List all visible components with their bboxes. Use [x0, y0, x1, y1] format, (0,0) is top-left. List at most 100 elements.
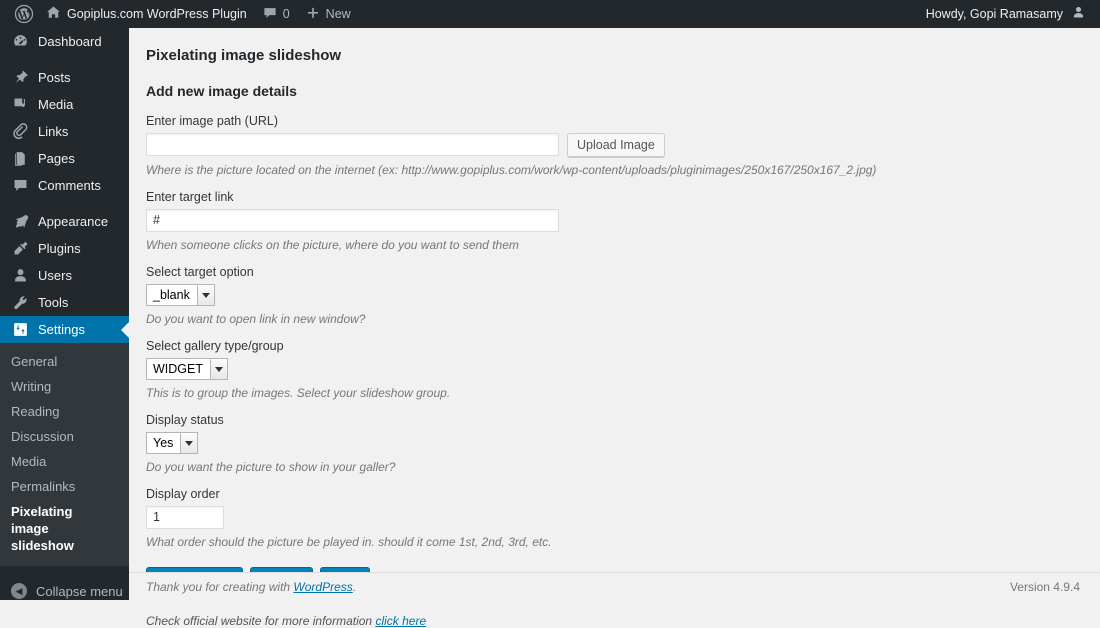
footer-thanks-prefix: Thank you for creating with — [146, 580, 293, 594]
sidebar-subitem-media[interactable]: Media — [0, 449, 129, 474]
sidebar-item-label: Comments — [38, 178, 101, 193]
target-option-label: Select target option — [146, 265, 1080, 279]
admin-bar: Gopiplus.com WordPress Plugin 0 New Howd… — [0, 0, 1100, 28]
sidebar-item-dashboard[interactable]: Dashboard — [0, 28, 129, 55]
gallery-group-value: WIDGET — [147, 359, 210, 379]
official-website-text: Check official website for more informat… — [146, 614, 372, 628]
target-option-value: _blank — [147, 285, 197, 305]
target-link-input[interactable] — [146, 209, 559, 232]
display-order-hint: What order should the picture be played … — [146, 535, 1080, 549]
wordpress-link[interactable]: WordPress — [293, 580, 352, 594]
gallery-group-label: Select gallery type/group — [146, 339, 1080, 353]
sidebar-item-comments[interactable]: Comments — [0, 172, 129, 199]
gallery-group-hint: This is to group the images. Select your… — [146, 386, 1080, 400]
sidebar-subitem-permalinks[interactable]: Permalinks — [0, 474, 129, 499]
target-option-hint: Do you want to open link in new window? — [146, 312, 1080, 326]
admin-sidebar: Dashboard Posts Media Links Pages Commen… — [0, 28, 129, 600]
wordpress-logo-icon — [14, 4, 34, 24]
howdy-label: Howdy, Gopi Ramasamy — [926, 7, 1063, 21]
sidebar-separator — [0, 55, 129, 64]
sidebar-item-tools[interactable]: Tools — [0, 289, 129, 316]
collapse-arrow-left-icon: ◀ — [11, 583, 27, 599]
sidebar-item-label: Tools — [38, 295, 68, 310]
new-content-label: New — [326, 7, 351, 21]
admin-bar-right: Howdy, Gopi Ramasamy — [918, 0, 1100, 28]
sidebar-item-label: Media — [38, 97, 73, 112]
comment-bubble-icon — [263, 6, 277, 23]
gallery-group-select[interactable]: WIDGET — [146, 358, 228, 380]
wordpress-logo-menu[interactable] — [0, 0, 42, 28]
sidebar-item-label: Plugins — [38, 241, 81, 256]
target-option-select[interactable]: _blank — [146, 284, 215, 306]
click-here-link[interactable]: click here — [375, 614, 426, 628]
dashboard-icon — [11, 33, 29, 51]
sidebar-subitem-discussion[interactable]: Discussion — [0, 424, 129, 449]
display-status-label: Display status — [146, 413, 1080, 427]
home-icon — [46, 5, 61, 23]
display-order-label: Display order — [146, 487, 1080, 501]
sidebar-item-label: Pages — [38, 151, 75, 166]
comments-count: 0 — [283, 7, 290, 21]
sidebar-subitem-reading[interactable]: Reading — [0, 399, 129, 424]
footer-thanks-suffix: . — [353, 580, 356, 594]
new-content-menu[interactable]: New — [298, 0, 359, 28]
pages-icon — [11, 150, 29, 168]
sidebar-item-pages[interactable]: Pages — [0, 145, 129, 172]
target-link-hint: When someone clicks on the picture, wher… — [146, 238, 1080, 252]
user-avatar-icon — [1071, 5, 1086, 23]
sidebar-item-label: Dashboard — [38, 34, 102, 49]
image-path-label: Enter image path (URL) — [146, 114, 1080, 128]
sidebar-item-label: Posts — [38, 70, 71, 85]
comment-icon — [11, 177, 29, 195]
site-name-label: Gopiplus.com WordPress Plugin — [67, 7, 247, 21]
section-title: Add new image details — [146, 82, 1080, 100]
settings-sliders-icon — [11, 321, 29, 339]
admin-bar-left: Gopiplus.com WordPress Plugin 0 New — [0, 0, 359, 28]
page-title: Pixelating image slideshow — [146, 46, 1080, 66]
sidebar-item-links[interactable]: Links — [0, 118, 129, 145]
collapse-menu-label: Collapse menu — [36, 584, 123, 599]
image-path-hint: Where is the picture located on the inte… — [146, 163, 1080, 177]
sidebar-item-label: Settings — [38, 322, 85, 337]
sidebar-item-posts[interactable]: Posts — [0, 64, 129, 91]
chevron-down-icon — [180, 433, 197, 453]
display-status-select[interactable]: Yes — [146, 432, 198, 454]
appearance-brush-icon — [11, 213, 29, 231]
official-website-note: Check official website for more informat… — [146, 614, 1080, 628]
site-name-menu[interactable]: Gopiplus.com WordPress Plugin — [42, 0, 255, 28]
main-content: Pixelating image slideshow Add new image… — [129, 28, 1100, 600]
sidebar-item-settings[interactable]: Settings — [0, 316, 129, 343]
upload-image-button[interactable]: Upload Image — [567, 133, 665, 157]
footer-thanks: Thank you for creating with WordPress. — [146, 580, 356, 594]
image-path-row: Upload Image — [146, 133, 1080, 157]
sidebar-item-label: Users — [38, 268, 72, 283]
target-link-row — [146, 209, 1080, 232]
sidebar-subitem-pixelating-image-slideshow[interactable]: Pixelating image slideshow — [0, 499, 96, 558]
sidebar-subitem-general[interactable]: General — [0, 349, 129, 374]
sidebar-item-users[interactable]: Users — [0, 262, 129, 289]
sidebar-item-label: Appearance — [38, 214, 108, 229]
my-account-menu[interactable]: Howdy, Gopi Ramasamy — [918, 0, 1090, 28]
admin-footer: Thank you for creating with WordPress. V… — [129, 572, 1100, 600]
sidebar-item-appearance[interactable]: Appearance — [0, 208, 129, 235]
pin-icon — [11, 69, 29, 87]
display-order-row — [146, 506, 1080, 529]
users-icon — [11, 267, 29, 285]
display-status-hint: Do you want the picture to show in your … — [146, 460, 1080, 474]
plus-icon — [306, 6, 320, 23]
display-status-value: Yes — [147, 433, 180, 453]
sidebar-item-media[interactable]: Media — [0, 91, 129, 118]
comments-menu[interactable]: 0 — [255, 0, 298, 28]
link-icon — [11, 123, 29, 141]
sidebar-subitem-writing[interactable]: Writing — [0, 374, 129, 399]
image-path-input[interactable] — [146, 133, 559, 156]
display-order-input[interactable] — [146, 506, 224, 529]
plugin-icon — [11, 240, 29, 258]
sidebar-separator — [0, 199, 129, 208]
settings-submenu: General Writing Reading Discussion Media… — [0, 343, 129, 566]
chevron-down-icon — [210, 359, 227, 379]
sidebar-item-label: Links — [38, 124, 68, 139]
collapse-menu-button[interactable]: ◀ Collapse menu — [0, 576, 129, 606]
media-icon — [11, 96, 29, 114]
sidebar-item-plugins[interactable]: Plugins — [0, 235, 129, 262]
